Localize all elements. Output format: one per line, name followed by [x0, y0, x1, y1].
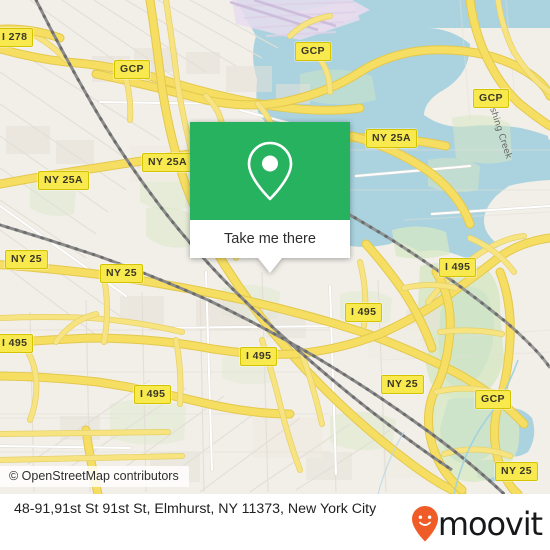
moovit-brand[interactable]: moovit: [410, 505, 543, 543]
highway-shield: GCP: [114, 60, 150, 79]
highway-shield: NY 25: [495, 462, 538, 481]
footer-bar: 48-91,91st St 91st St, Elmhurst, NY 1137…: [0, 494, 550, 550]
highway-shield: I 495: [345, 303, 383, 322]
location-popup[interactable]: Take me there: [190, 122, 350, 273]
map-pin-icon: [247, 141, 293, 201]
highway-shield: I 495: [240, 347, 278, 366]
popup-tail: [258, 258, 282, 273]
highway-shield: GCP: [475, 390, 511, 409]
map-attribution[interactable]: © OpenStreetMap contributors: [0, 466, 189, 487]
address-label: 48-91,91st St 91st St, Elmhurst, NY 1137…: [14, 501, 377, 517]
highway-shield: I 278: [0, 28, 34, 47]
highway-shield: I 495: [439, 258, 477, 277]
map-canvas[interactable]: .mw { fill:none; stroke:#f5de62; stroke-…: [0, 0, 550, 494]
highway-shield: GCP: [473, 89, 509, 108]
popup-image-area: [190, 122, 350, 220]
highway-shield: NY 25A: [38, 171, 89, 190]
popup-action-bar[interactable]: Take me there: [190, 220, 350, 273]
take-me-there-label: Take me there: [224, 231, 316, 247]
highway-shield: NY 25: [381, 375, 424, 394]
highway-shield: I 495: [134, 385, 172, 404]
moovit-wordmark: moovit: [437, 505, 543, 543]
highway-shield: NY 25: [5, 250, 48, 269]
highway-shield: I 495: [0, 334, 34, 353]
highway-shield: GCP: [295, 42, 331, 61]
map-screenshot: .mw { fill:none; stroke:#f5de62; stroke-…: [0, 0, 550, 550]
highway-shield: NY 25A: [142, 153, 193, 172]
moovit-smiley-pin-icon: [411, 506, 438, 542]
highway-shield: NY 25A: [366, 129, 417, 148]
highway-shield: NY 25: [100, 264, 143, 283]
